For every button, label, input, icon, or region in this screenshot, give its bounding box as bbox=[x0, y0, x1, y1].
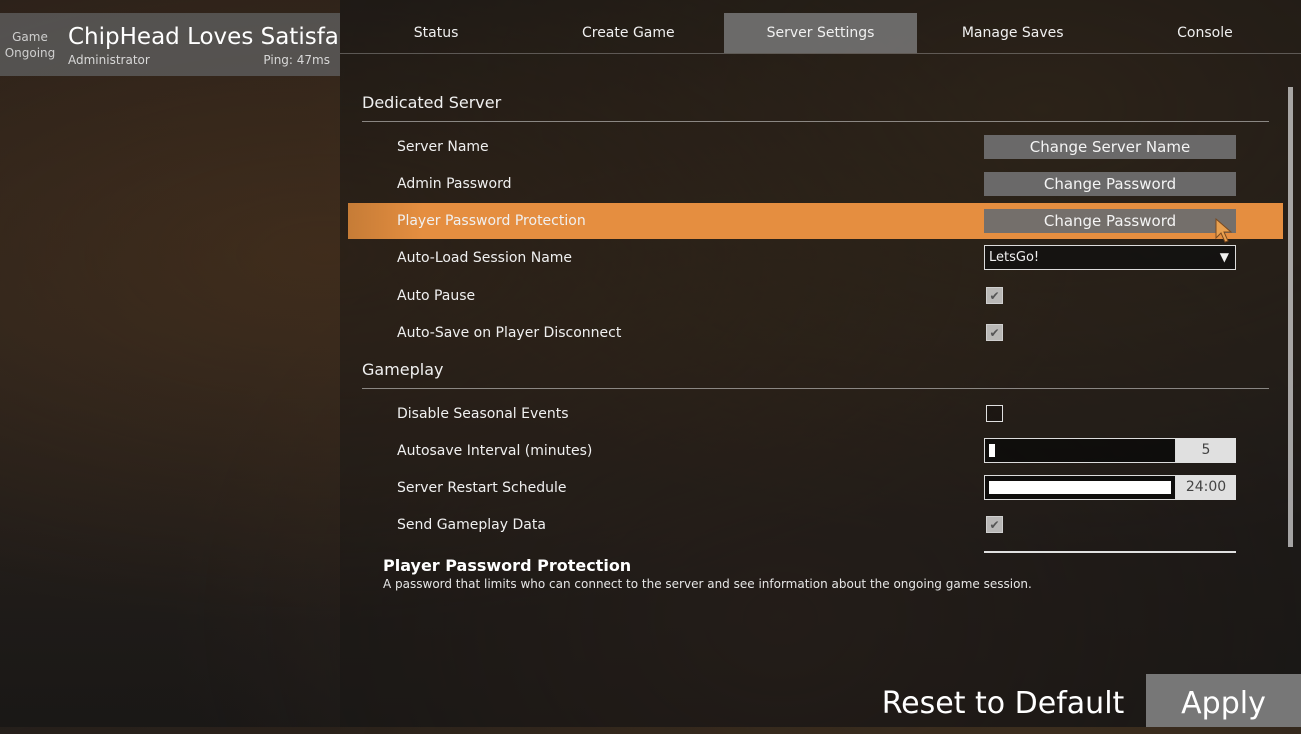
tab-server-settings[interactable]: Server Settings bbox=[724, 13, 917, 53]
change-admin-password-button[interactable]: Change Password bbox=[984, 172, 1236, 196]
gameplay-data-label: Send Gameplay Data bbox=[397, 517, 546, 533]
row-autoload-session: Auto-Load Session Name LetsGo! ▼ bbox=[348, 240, 1283, 276]
game-state: Game Ongoing bbox=[0, 13, 60, 76]
scrollbar-thumb[interactable] bbox=[1288, 87, 1293, 547]
row-autosave-disconnect: Auto-Save on Player Disconnect ✔ bbox=[348, 315, 1283, 351]
game-state-line1: Game bbox=[12, 29, 48, 44]
autosave-disconnect-checkbox[interactable]: ✔ bbox=[986, 324, 1003, 341]
autoload-session-value: LetsGo! bbox=[989, 250, 1040, 265]
settings-scrollbar[interactable] bbox=[1288, 87, 1293, 547]
row-send-gameplay-data: Send Gameplay Data ✔ bbox=[348, 507, 1283, 543]
triangle-down-icon: ▼ bbox=[1219, 250, 1229, 264]
autoload-session-dropdown[interactable]: LetsGo! ▼ bbox=[984, 245, 1236, 270]
check-icon: ✔ bbox=[989, 289, 1000, 303]
left-panel: Game Ongoing ChipHead Loves Satisfactory… bbox=[0, 0, 340, 727]
autosave-disconnect-label: Auto-Save on Player Disconnect bbox=[397, 325, 622, 341]
change-player-password-button[interactable]: Change Password bbox=[984, 209, 1236, 233]
session-ping: Ping: 47ms bbox=[263, 53, 330, 67]
restart-schedule-value[interactable]: 24:00 bbox=[1176, 475, 1236, 500]
row-autosave-interval: Autosave Interval (minutes) 5 bbox=[348, 433, 1283, 469]
section-title-dedicated-server: Dedicated Server bbox=[362, 93, 502, 112]
tab-divider bbox=[340, 53, 1301, 54]
row-server-name: Server Name Change Server Name bbox=[348, 129, 1283, 165]
tab-create-game[interactable]: Create Game bbox=[532, 13, 724, 53]
row-server-restart-schedule: Server Restart Schedule 24:00 bbox=[348, 470, 1283, 506]
session-role: Administrator bbox=[68, 53, 150, 67]
autosave-interval-fill bbox=[989, 444, 995, 457]
right-panel: Status Create Game Server Settings Manag… bbox=[340, 0, 1301, 727]
tab-bar: Status Create Game Server Settings Manag… bbox=[340, 13, 1301, 53]
restart-schedule-label: Server Restart Schedule bbox=[397, 480, 567, 496]
restart-schedule-slider[interactable] bbox=[984, 475, 1176, 500]
row-player-password-protection[interactable]: Player Password Protection Change Passwo… bbox=[348, 203, 1283, 239]
tab-console[interactable]: Console bbox=[1109, 13, 1301, 53]
section-title-gameplay: Gameplay bbox=[362, 360, 444, 379]
description-text: A password that limits who can connect t… bbox=[383, 577, 1032, 591]
change-server-name-button[interactable]: Change Server Name bbox=[984, 135, 1236, 159]
check-icon: ✔ bbox=[989, 326, 1000, 340]
server-name-label: Server Name bbox=[397, 139, 489, 155]
session-name: ChipHead Loves Satisfactory bbox=[68, 24, 340, 50]
tab-manage-saves[interactable]: Manage Saves bbox=[917, 13, 1109, 53]
description-title: Player Password Protection bbox=[383, 556, 632, 575]
auto-pause-checkbox[interactable]: ✔ bbox=[986, 287, 1003, 304]
seasonal-events-checkbox[interactable] bbox=[986, 405, 1003, 422]
row-disable-seasonal-events: Disable Seasonal Events bbox=[348, 396, 1283, 432]
row-admin-password: Admin Password Change Password bbox=[348, 166, 1283, 202]
restart-schedule-fill bbox=[989, 481, 1171, 494]
mouse-pointer-icon bbox=[1215, 218, 1233, 243]
section-divider bbox=[362, 388, 1269, 389]
apply-button[interactable]: Apply bbox=[1146, 674, 1301, 727]
autoload-session-label: Auto-Load Session Name bbox=[397, 250, 573, 266]
partially-visible-field bbox=[984, 551, 1236, 553]
player-password-label: Player Password Protection bbox=[397, 213, 586, 229]
section-divider bbox=[362, 121, 1269, 122]
autosave-interval-slider[interactable] bbox=[984, 438, 1176, 463]
autosave-interval-value[interactable]: 5 bbox=[1176, 438, 1236, 463]
gameplay-data-checkbox[interactable]: ✔ bbox=[986, 516, 1003, 533]
reset-to-default-button[interactable]: Reset to Default bbox=[873, 674, 1133, 727]
check-icon: ✔ bbox=[989, 518, 1000, 532]
auto-pause-label: Auto Pause bbox=[397, 288, 476, 304]
session-card[interactable]: Game Ongoing ChipHead Loves Satisfactory… bbox=[0, 13, 340, 76]
tab-status[interactable]: Status bbox=[340, 13, 532, 53]
autosave-interval-label: Autosave Interval (minutes) bbox=[397, 443, 593, 459]
seasonal-events-label: Disable Seasonal Events bbox=[397, 406, 569, 422]
admin-password-label: Admin Password bbox=[397, 176, 512, 192]
game-state-line2: Ongoing bbox=[4, 45, 56, 60]
row-auto-pause: Auto Pause ✔ bbox=[348, 278, 1283, 314]
